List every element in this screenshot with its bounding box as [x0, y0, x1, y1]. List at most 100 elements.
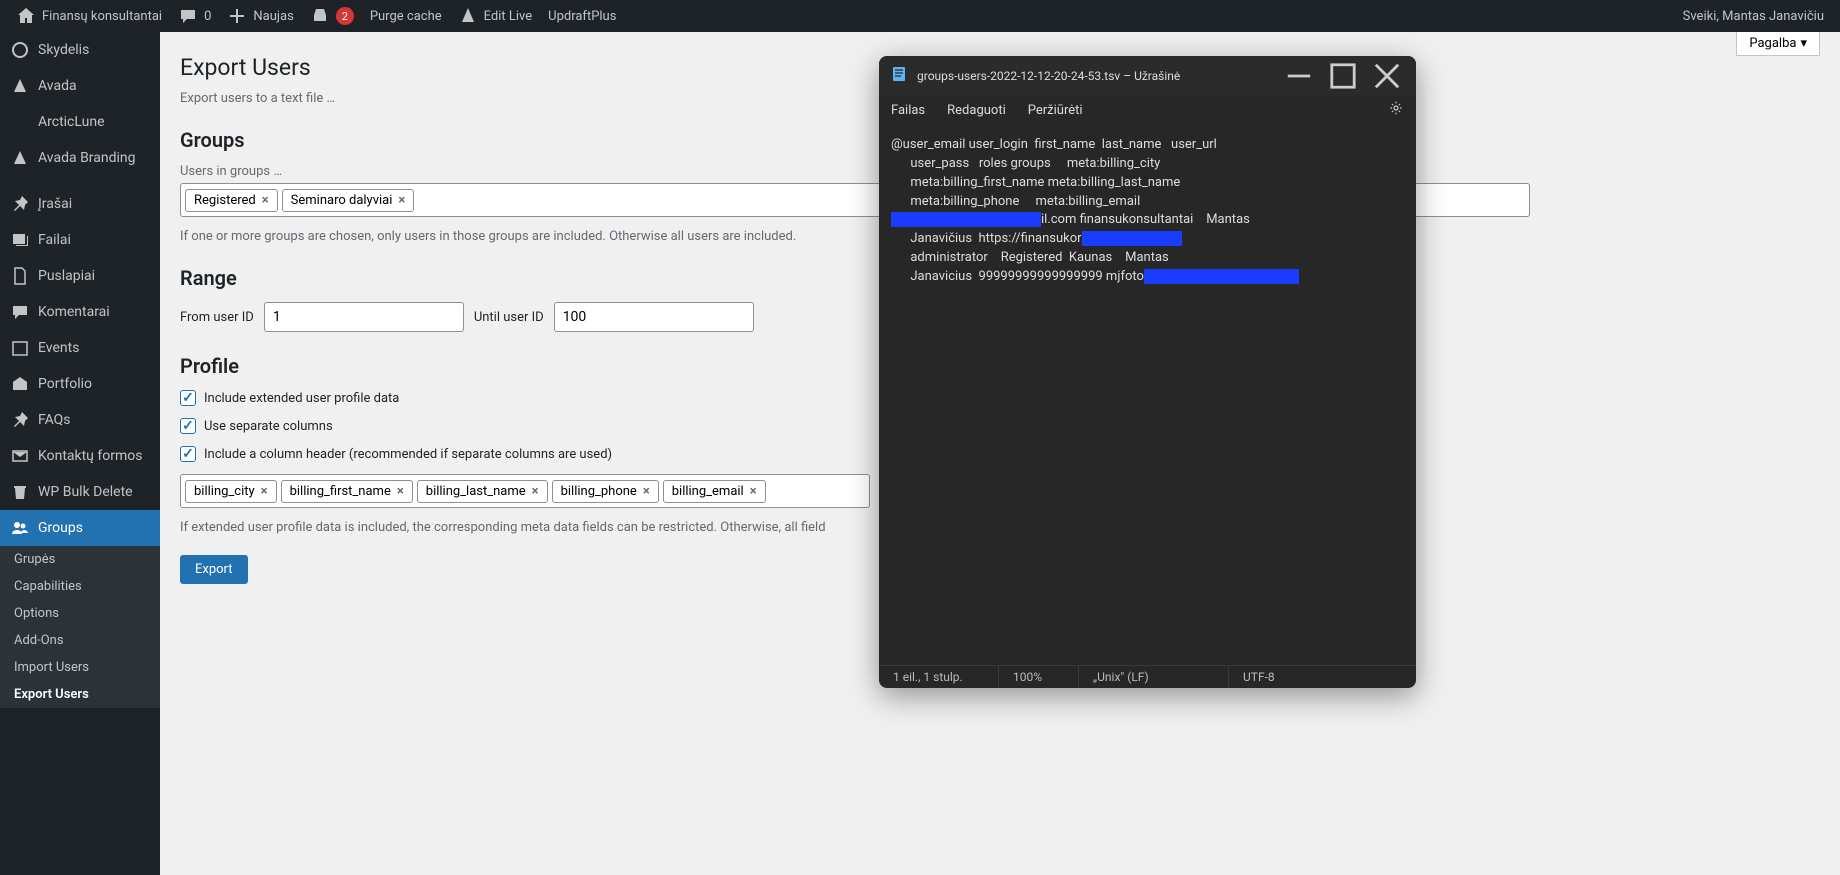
adminbar-notif[interactable]: 2 [302, 0, 362, 32]
remove-token-icon[interactable]: × [397, 484, 404, 499]
calendar-icon [10, 338, 30, 358]
mail-icon [10, 446, 30, 466]
remove-token-icon[interactable]: × [643, 484, 650, 499]
meta-token: billing_email× [663, 480, 766, 503]
status-enc: UTF-8 [1229, 666, 1416, 688]
menu-view[interactable]: Peržiūrėti [1028, 103, 1083, 118]
dashboard-icon [10, 40, 30, 60]
menu-edit[interactable]: Redaguoti [947, 103, 1006, 118]
help-tab[interactable]: Pagalba ▾ [1736, 32, 1820, 56]
comments-count: 0 [204, 9, 211, 24]
remove-token-icon[interactable]: × [750, 484, 757, 499]
plus-icon [227, 6, 247, 26]
portfolio-icon [10, 374, 30, 394]
submenu-groups[interactable]: Grupės [0, 546, 160, 573]
chevron-down-icon: ▾ [1800, 36, 1807, 51]
sidebar-item-posts[interactable]: Įrašai [0, 186, 160, 222]
admin-sidebar: Skydelis Avada ArcticLune Avada Branding… [0, 32, 160, 875]
submenu-import-users[interactable]: Import Users [0, 654, 160, 681]
redacted [1082, 231, 1182, 246]
meta-token: billing_last_name× [417, 480, 548, 503]
site-name: Finansų konsultantai [42, 9, 162, 24]
adminbar-updraft[interactable]: UpdraftPlus [540, 0, 624, 32]
meta-token: billing_first_name× [281, 480, 413, 503]
groups-icon [10, 518, 30, 538]
redacted [891, 212, 1041, 227]
trash-icon [10, 482, 30, 502]
adminbar-editlive[interactable]: Edit Live [450, 0, 541, 32]
notepad-titlebar[interactable]: groups-users-2022-12-12-20-24-53.tsv – U… [879, 56, 1416, 96]
adminbar-user[interactable]: Sveiki, Mantas Janavičiu [1675, 0, 1832, 32]
maximize-button[interactable] [1322, 62, 1364, 90]
comment-icon [178, 6, 198, 26]
sidebar-item-faqs[interactable]: FAQs [0, 402, 160, 438]
sidebar-item-bulkdelete[interactable]: WP Bulk Delete [0, 474, 160, 510]
group-token: Registered× [185, 189, 278, 212]
status-zoom: 100% [999, 666, 1079, 688]
separate-columns-checkbox[interactable] [180, 418, 196, 434]
meta-token: billing_phone× [552, 480, 659, 503]
submenu-export-users[interactable]: Export Users [0, 681, 160, 708]
faq-icon [10, 410, 30, 430]
sidebar-item-avada[interactable]: Avada [0, 68, 160, 104]
notepad-menubar: Failas Redaguoti Peržiūrėti [879, 96, 1416, 128]
notepad-statusbar: 1 eil., 1 stulp. 100% „Unix" (LF) UTF-8 [879, 665, 1416, 688]
notif-badge: 2 [336, 7, 354, 25]
until-label: Until user ID [474, 310, 544, 325]
close-button[interactable] [1366, 62, 1408, 90]
avada-logo-icon [10, 76, 30, 96]
from-user-id-input[interactable] [264, 302, 464, 332]
from-label: From user ID [180, 310, 254, 325]
remove-token-icon[interactable]: × [261, 484, 268, 499]
adminbar-new[interactable]: Naujas [219, 0, 301, 32]
sidebar-item-comments[interactable]: Komentarai [0, 294, 160, 330]
group-token: Seminaro dalyviai× [282, 189, 415, 212]
adminbar-site[interactable]: Finansų konsultantai [8, 0, 170, 32]
sidebar-item-contact[interactable]: Kontaktų formos [0, 438, 160, 474]
updraft-label: UpdraftPlus [548, 9, 616, 24]
notepad-title: groups-users-2022-12-12-20-24-53.tsv – U… [917, 69, 1180, 83]
comments-icon [10, 302, 30, 322]
notif-icon [310, 6, 330, 26]
submenu-addons[interactable]: Add-Ons [0, 627, 160, 654]
branding-icon [10, 148, 30, 168]
submenu-options[interactable]: Options [0, 600, 160, 627]
sidebar-item-events[interactable]: Events [0, 330, 160, 366]
notepad-window: groups-users-2022-12-12-20-24-53.tsv – U… [879, 56, 1416, 688]
new-label: Naujas [253, 9, 293, 24]
greeting: Sveiki, Mantas Janavičiu [1683, 9, 1824, 24]
adminbar-comments[interactable]: 0 [170, 0, 219, 32]
meta-token: billing_city× [185, 480, 277, 503]
notepad-app-icon [891, 66, 907, 86]
sidebar-item-dashboard[interactable]: Skydelis [0, 32, 160, 68]
sidebar-item-pages[interactable]: Puslapiai [0, 258, 160, 294]
editlive-label: Edit Live [484, 9, 533, 24]
notepad-body[interactable]: @user_email user_login first_name last_n… [879, 128, 1416, 665]
gear-icon[interactable] [1388, 100, 1404, 120]
status-eol: „Unix" (LF) [1079, 666, 1229, 688]
sidebar-item-groups[interactable]: Groups [0, 510, 160, 546]
home-icon [16, 6, 36, 26]
export-button[interactable]: Export [180, 555, 248, 584]
column-header-checkbox[interactable] [180, 446, 196, 462]
page-icon [10, 266, 30, 286]
sidebar-item-portfolio[interactable]: Portfolio [0, 366, 160, 402]
pin-icon [10, 194, 30, 214]
minimize-button[interactable] [1278, 62, 1320, 90]
until-user-id-input[interactable] [554, 302, 754, 332]
sidebar-item-arcticlune[interactable]: ArcticLune [0, 104, 160, 140]
adminbar-purge[interactable]: Purge cache [362, 0, 450, 32]
moon-icon [10, 112, 30, 132]
meta-token-input[interactable]: billing_city× billing_first_name× billin… [180, 474, 870, 508]
admin-bar: Finansų konsultantai 0 Naujas 2 Purge ca… [0, 0, 1840, 32]
menu-file[interactable]: Failas [891, 103, 925, 118]
sidebar-item-avada-branding[interactable]: Avada Branding [0, 140, 160, 176]
purge-label: Purge cache [370, 9, 442, 24]
remove-token-icon[interactable]: × [532, 484, 539, 499]
include-profile-checkbox[interactable] [180, 390, 196, 406]
redacted [1144, 269, 1299, 284]
remove-token-icon[interactable]: × [398, 193, 405, 208]
remove-token-icon[interactable]: × [262, 193, 269, 208]
sidebar-item-media[interactable]: Failai [0, 222, 160, 258]
submenu-capabilities[interactable]: Capabilities [0, 573, 160, 600]
